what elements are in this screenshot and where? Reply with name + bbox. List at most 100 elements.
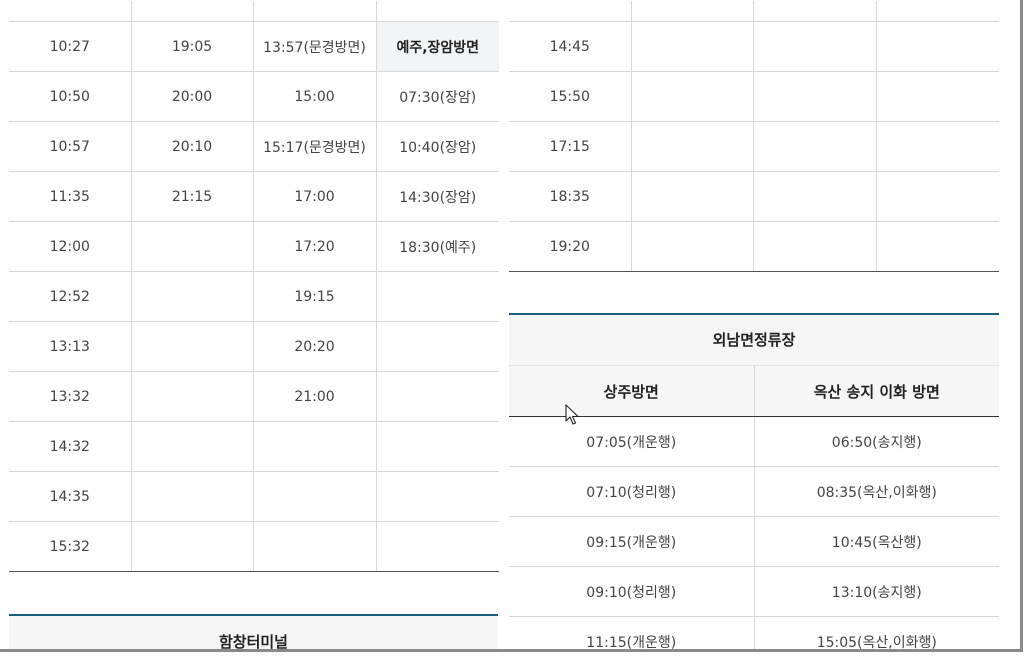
table-cell: 13:57(문경방면) (253, 22, 377, 72)
table-cell: 15:50 (509, 71, 632, 122)
right-timetable: 14:45 15:50 17:15 18:35 19:20 (509, 22, 999, 272)
table-cell: 18:35 (509, 171, 632, 222)
table-cell (753, 71, 877, 122)
oenam-section-title: 외남면정류장 (712, 331, 796, 349)
table-cell (631, 121, 754, 172)
table-cell: 18:30(예주) (376, 221, 499, 272)
table-row: 17:15 (509, 121, 999, 172)
table-cell: 15:00 (253, 71, 377, 122)
table-cell (376, 521, 499, 572)
left-table-top-stub (9, 1, 499, 22)
table-cell (376, 371, 499, 422)
table-cell (631, 221, 754, 272)
oenam-timetable: 상주방면 옥산 송지 이화 방면 07:05(개운행) 06:50(송지행) 07:… (509, 365, 999, 649)
oenam-section-header: 외남면정류장 (509, 313, 999, 365)
table-cell: 13:13 (9, 321, 132, 372)
table-cell: 20:10 (131, 121, 254, 172)
hamchang-section-header: 함창터미널 (9, 614, 498, 651)
table-row: 14:32 (9, 421, 499, 472)
table-cell: 10:45(옥산행) (754, 516, 999, 567)
hamchang-section-title: 함창터미널 (218, 633, 288, 651)
table-cell: 21:15 (131, 171, 254, 222)
table-cell (876, 171, 999, 222)
table-cell: 12:00 (9, 221, 132, 272)
table-row: 18:35 (509, 171, 999, 222)
table-row: 10:50 20:00 15:00 07:30(장암) (9, 71, 499, 122)
table-cell: 14:35 (9, 471, 132, 522)
table-cell (876, 71, 999, 122)
table-cell (376, 321, 499, 372)
table-cell: 13:32 (9, 371, 132, 422)
table-cell (631, 22, 754, 72)
right-table-top-stub (509, 1, 999, 22)
table-cell: 07:30(장암) (376, 71, 499, 122)
table-cell (131, 421, 254, 472)
table-cell (253, 521, 377, 572)
table-row: 10:57 20:10 15:17(문경방면) 10:40(장암) (9, 121, 499, 172)
table-cell: 19:15 (253, 271, 377, 322)
table-cell: 10:50 (9, 71, 132, 122)
table-cell (876, 22, 999, 72)
table-row: 09:10(청리행) 13:10(송지행) (509, 566, 999, 617)
oenam-header-sangju: 상주방면 (509, 365, 755, 417)
table-cell: 06:50(송지행) (754, 416, 999, 467)
table-row: 11:35 21:15 17:00 14:30(장암) (9, 171, 499, 222)
table-row: 07:10(청리행) 08:35(옥산,이화행) (509, 466, 999, 517)
table-cell (376, 271, 499, 322)
table-cell (131, 471, 254, 522)
table-row: 12:52 19:15 (9, 271, 499, 322)
table-row: 15:50 (509, 71, 999, 122)
table-cell (131, 221, 254, 272)
table-cell (253, 421, 377, 472)
table-cell: 14:45 (509, 22, 632, 72)
table-cell (631, 71, 754, 122)
route-header-yeju-jangam: 예주,장암방면 (376, 22, 499, 72)
table-cell: 14:32 (9, 421, 132, 472)
table-cell: 09:15(개운행) (509, 516, 755, 567)
table-cell (631, 171, 754, 222)
table-cell: 21:00 (253, 371, 377, 422)
table-cell: 17:00 (253, 171, 377, 222)
table-cell: 08:35(옥산,이화행) (754, 466, 999, 517)
table-cell (131, 521, 254, 572)
table-cell (131, 371, 254, 422)
table-row: 15:32 (9, 521, 499, 572)
table-cell: 14:30(장암) (376, 171, 499, 222)
table-cell: 17:15 (509, 121, 632, 172)
table-row: 12:00 17:20 18:30(예주) (9, 221, 499, 272)
table-row: 07:05(개운행) 06:50(송지행) (509, 416, 999, 467)
table-cell: 17:20 (253, 221, 377, 272)
oenam-header-oksan: 옥산 송지 이화 방면 (754, 365, 999, 417)
table-row: 19:20 (509, 221, 999, 272)
table-cell: 15:32 (9, 521, 132, 572)
table-row: 13:32 21:00 (9, 371, 499, 422)
left-timetable: 10:27 19:05 13:57(문경방면) 예주,장암방면 10:50 20:00 15… (9, 22, 499, 572)
table-cell: 20:20 (253, 321, 377, 372)
table-row: 14:35 (9, 471, 499, 522)
table-cell (376, 471, 499, 522)
table-cell: 11:15(개운행) (509, 616, 755, 649)
table-cell (753, 171, 877, 222)
table-cell: 10:40(장암) (376, 121, 499, 172)
table-cell (253, 471, 377, 522)
table-cell: 07:05(개운행) (509, 416, 755, 467)
table-cell: 09:10(청리행) (509, 566, 755, 617)
table-row: 11:15(개운행) 15:05(옥산,이화행) (509, 616, 999, 649)
table-row: 14:45 (509, 22, 999, 72)
table-cell (753, 121, 877, 172)
table-cell: 20:00 (131, 71, 254, 122)
table-cell (753, 221, 877, 272)
table-cell: 12:52 (9, 271, 132, 322)
table-cell (876, 221, 999, 272)
table-cell (131, 321, 254, 372)
table-row: 13:13 20:20 (9, 321, 499, 372)
page-frame: 10:27 19:05 13:57(문경방면) 예주,장암방면 10:50 20:00 15… (0, 0, 1023, 652)
table-cell (753, 22, 877, 72)
table-cell (876, 121, 999, 172)
table-cell: 15:17(문경방면) (253, 121, 377, 172)
table-cell (376, 421, 499, 472)
table-cell: 10:57 (9, 121, 132, 172)
table-cell: 07:10(청리행) (509, 466, 755, 517)
table-cell: 15:05(옥산,이화행) (754, 616, 999, 649)
table-cell: 10:27 (9, 22, 132, 72)
